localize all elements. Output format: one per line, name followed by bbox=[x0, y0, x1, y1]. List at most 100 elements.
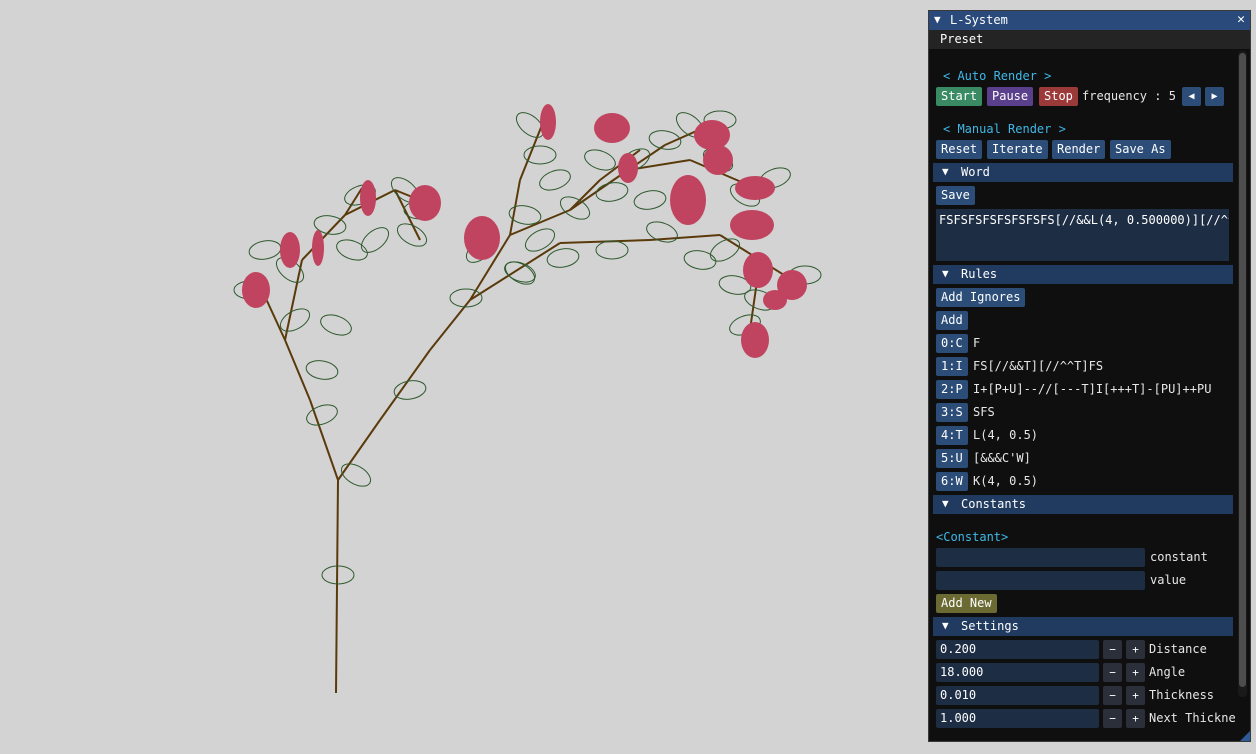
setting-increment-button[interactable]: + bbox=[1126, 709, 1145, 728]
rule-value: L(4, 0.5) bbox=[973, 428, 1039, 442]
frequency-decrease-button[interactable]: ◀ bbox=[1182, 87, 1201, 106]
leaf bbox=[595, 240, 629, 260]
setting-increment-button[interactable]: + bbox=[1126, 640, 1145, 659]
leaf bbox=[305, 360, 339, 380]
resize-grip-icon[interactable] bbox=[1240, 731, 1250, 741]
setting-increment-button[interactable]: + bbox=[1126, 686, 1145, 705]
flower bbox=[280, 232, 300, 268]
setting-decrement-button[interactable]: − bbox=[1103, 709, 1122, 728]
leaf bbox=[279, 308, 311, 332]
flower bbox=[618, 153, 638, 183]
setting-decrement-button[interactable]: − bbox=[1103, 686, 1122, 705]
triangle-down-icon: ▼ bbox=[942, 267, 949, 280]
rule-key-button[interactable]: 4:T bbox=[936, 426, 968, 445]
auto-render-heading: < Auto Render > bbox=[943, 69, 1052, 83]
window-title-bar[interactable]: ▼ L-System ✕ bbox=[929, 11, 1250, 30]
setting-decrement-button[interactable]: − bbox=[1103, 640, 1122, 659]
constant-value-input[interactable] bbox=[936, 571, 1145, 590]
frequency-increase-button[interactable]: ▶ bbox=[1205, 87, 1224, 106]
flower bbox=[312, 230, 324, 266]
settings-section-header[interactable]: ▼ Settings bbox=[933, 617, 1233, 636]
leaf bbox=[539, 169, 571, 191]
setting-value-input[interactable]: 0.010 bbox=[936, 686, 1099, 705]
stem-segment bbox=[379, 349, 431, 421]
setting-increment-button[interactable]: + bbox=[1126, 663, 1145, 682]
start-button[interactable]: Start bbox=[936, 87, 983, 106]
stem-segment bbox=[337, 419, 381, 481]
stop-button[interactable]: Stop bbox=[1039, 87, 1078, 106]
leaf bbox=[524, 228, 556, 252]
menu-preset[interactable]: Preset bbox=[940, 32, 983, 46]
leaf bbox=[360, 227, 390, 253]
rule-value: F bbox=[973, 336, 981, 350]
scrollbar-thumb[interactable] bbox=[1239, 53, 1246, 687]
leaf bbox=[306, 404, 338, 426]
setting-value-input[interactable]: 1.000 bbox=[936, 709, 1099, 728]
word-textarea[interactable]: FSFSFSFSFSFSFSFS[//&&L(4, 0.500000)][//^… bbox=[936, 209, 1229, 261]
flower bbox=[694, 120, 730, 150]
leaf bbox=[646, 221, 678, 243]
rule-key-button[interactable]: 3:S bbox=[936, 403, 968, 422]
flower bbox=[703, 145, 733, 175]
rule-value: I+[P+U]--//[---T]I[+++T]-[PU]++PU bbox=[973, 382, 1212, 396]
flower bbox=[360, 180, 376, 216]
window-title: L-System bbox=[950, 13, 1008, 27]
leaf bbox=[633, 190, 667, 210]
constant-value-label: value bbox=[1150, 573, 1187, 587]
rule-key-button[interactable]: 1:I bbox=[936, 357, 968, 376]
leaf bbox=[523, 145, 557, 165]
leaf bbox=[504, 261, 536, 285]
flower bbox=[594, 113, 630, 143]
add-rule-button[interactable]: Add bbox=[936, 311, 968, 330]
stem-segment bbox=[309, 399, 339, 481]
stem-segment bbox=[335, 479, 339, 694]
leaf bbox=[595, 182, 629, 202]
flower bbox=[540, 104, 556, 140]
stem-segment bbox=[429, 299, 471, 351]
menu-bar: Preset bbox=[929, 30, 1250, 49]
rules-section-header[interactable]: ▼ Rules bbox=[933, 265, 1233, 284]
constant-name-input[interactable] bbox=[936, 548, 1145, 567]
setting-decrement-button[interactable]: − bbox=[1103, 663, 1122, 682]
panel-scrollbar[interactable] bbox=[1238, 51, 1247, 697]
rule-key-button[interactable]: 0:C bbox=[936, 334, 968, 353]
flower bbox=[670, 175, 706, 225]
rule-key-button[interactable]: 5:U bbox=[936, 449, 968, 468]
constants-header-label: Constants bbox=[961, 497, 1027, 511]
close-icon[interactable]: ✕ bbox=[1237, 12, 1245, 27]
iterate-button[interactable]: Iterate bbox=[987, 140, 1048, 159]
word-section-header[interactable]: ▼ Word bbox=[933, 163, 1233, 182]
leaf bbox=[340, 463, 372, 487]
render-button[interactable]: Render bbox=[1052, 140, 1106, 159]
manual-render-heading: < Manual Render > bbox=[943, 122, 1066, 136]
rule-key-button[interactable]: 6:W bbox=[936, 472, 968, 491]
stem-segment bbox=[649, 234, 721, 241]
leaf bbox=[683, 250, 717, 270]
stem-segment bbox=[569, 169, 629, 211]
rule-value: FS[//&&T][//^^T]FS bbox=[973, 359, 1104, 373]
flower bbox=[743, 252, 773, 288]
plant-stems bbox=[261, 109, 801, 694]
triangle-down-icon: ▼ bbox=[942, 497, 949, 510]
flower bbox=[464, 216, 500, 260]
setting-label: Next Thickne bbox=[1149, 711, 1236, 725]
leaf bbox=[336, 239, 368, 261]
pause-button[interactable]: Pause bbox=[987, 87, 1034, 106]
setting-label: Angle bbox=[1149, 665, 1186, 679]
save-as-button[interactable]: Save As bbox=[1110, 140, 1171, 159]
word-save-button[interactable]: Save bbox=[936, 186, 975, 205]
plant-render-viewport[interactable] bbox=[0, 0, 920, 754]
leaf bbox=[248, 240, 282, 260]
rule-value: SFS bbox=[973, 405, 995, 419]
add-ignores-button[interactable]: Add Ignores bbox=[936, 288, 1026, 307]
settings-header-label: Settings bbox=[961, 619, 1019, 633]
lsystem-window: ▼ L-System ✕ Preset < Auto Render > Star… bbox=[928, 10, 1251, 742]
rule-key-button[interactable]: 2:P bbox=[936, 380, 968, 399]
setting-value-input[interactable]: 18.000 bbox=[936, 663, 1099, 682]
setting-label: Thickness bbox=[1149, 688, 1215, 702]
triangle-down-icon[interactable]: ▼ bbox=[934, 13, 941, 26]
add-new-constant-button[interactable]: Add New bbox=[936, 594, 997, 613]
constants-section-header[interactable]: ▼ Constants bbox=[933, 495, 1233, 514]
setting-value-input[interactable]: 0.200 bbox=[936, 640, 1099, 659]
reset-button[interactable]: Reset bbox=[936, 140, 983, 159]
